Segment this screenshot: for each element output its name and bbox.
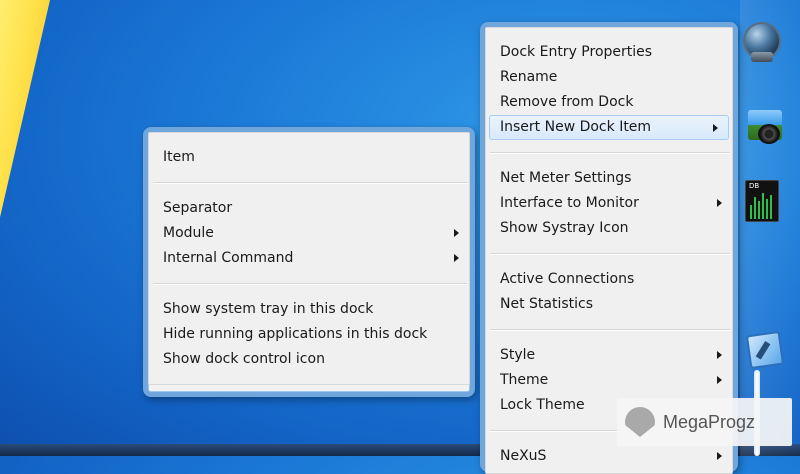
menu-item-label: Dock Entry Properties: [500, 44, 653, 60]
menu-separator: [153, 283, 467, 285]
globe-icon[interactable]: [745, 24, 779, 62]
menu-separator: [153, 182, 467, 184]
menu-item-show-dock-control-icon[interactable]: Show dock control icon: [149, 347, 469, 372]
menu-item-label: Separator: [163, 200, 233, 216]
menu-item-label: Lock Theme: [500, 397, 585, 413]
submenu-arrow-icon: [717, 199, 722, 207]
menu-item-label: NeXuS: [500, 448, 547, 464]
submenu-panel: Item Separator Module Internal Command S…: [148, 132, 470, 385]
menu-padding: [149, 372, 469, 380]
menu-padding: [486, 32, 732, 40]
submenu-arrow-icon: [454, 229, 459, 237]
menu-separator: [490, 253, 730, 255]
menu-item-style[interactable]: Style: [486, 343, 732, 368]
submenu-arrow-icon: [717, 351, 722, 359]
menu-item-label: Theme: [500, 372, 549, 388]
tool-icon[interactable]: [745, 330, 785, 370]
menu-item-label: Hide running applications in this dock: [163, 326, 428, 342]
menu-item-item[interactable]: Item: [149, 145, 469, 170]
menu-item-label: Remove from Dock: [500, 94, 634, 110]
submenu-arrow-icon: [717, 376, 722, 384]
submenu-arrow-icon: [717, 452, 722, 460]
watermark-text: MegaProgz: [663, 411, 756, 432]
menu-separator: [490, 329, 730, 331]
menu-item-dock-entry-properties[interactable]: Dock Entry Properties: [486, 40, 732, 65]
menu-item-label: Internal Command: [163, 250, 294, 266]
menu-item-label: Net Statistics: [500, 296, 594, 312]
menu-item-hide-running-apps[interactable]: Hide running applications in this dock: [149, 322, 469, 347]
net-meter-label: DB: [749, 182, 760, 190]
dock-bar: [740, 0, 800, 456]
menu-item-nexus[interactable]: NeXuS: [486, 444, 732, 469]
submenu-arrow-icon: [713, 124, 718, 132]
submenu-arrow-icon: [454, 254, 459, 262]
menu-item-show-systray-icon[interactable]: Show Systray Icon: [486, 216, 732, 241]
menu-item-internal-command[interactable]: Internal Command: [149, 246, 469, 271]
menu-item-label: Insert New Dock Item: [500, 119, 652, 135]
menu-item-label: Interface to Monitor: [500, 195, 639, 211]
net-meter-icon[interactable]: DB: [745, 180, 779, 222]
menu-padding: [149, 137, 469, 145]
menu-item-label: Rename: [500, 69, 558, 85]
menu-item-insert-new-dock-item[interactable]: Insert New Dock Item: [489, 115, 729, 140]
camera-icon[interactable]: [748, 110, 782, 144]
wallpaper-shape: [0, 0, 50, 240]
menu-item-label: Show dock control icon: [163, 351, 325, 367]
menu-item-active-connections[interactable]: Active Connections: [486, 267, 732, 292]
menu-item-interface-to-monitor[interactable]: Interface to Monitor: [486, 191, 732, 216]
menu-item-label: Active Connections: [500, 271, 635, 287]
menu-item-label: Item: [163, 149, 195, 165]
megaprogz-logo-icon: [625, 407, 655, 437]
insert-dock-item-submenu: Item Separator Module Internal Command S…: [143, 127, 475, 397]
menu-item-net-statistics[interactable]: Net Statistics: [486, 292, 732, 317]
menu-item-show-system-tray[interactable]: Show system tray in this dock: [149, 297, 469, 322]
menu-item-label: Style: [500, 347, 536, 363]
menu-separator: [490, 152, 730, 154]
menu-item-label: Show system tray in this dock: [163, 301, 374, 317]
menu-item-theme[interactable]: Theme: [486, 368, 732, 393]
menu-item-label: Show Systray Icon: [500, 220, 629, 236]
menu-item-remove-from-dock[interactable]: Remove from Dock: [486, 90, 732, 115]
watermark: MegaProgz: [617, 398, 792, 446]
menu-item-separator[interactable]: Separator: [149, 196, 469, 221]
menu-item-net-meter-settings[interactable]: Net Meter Settings: [486, 166, 732, 191]
menu-item-label: Module: [163, 225, 214, 241]
menu-item-label: Net Meter Settings: [500, 170, 632, 186]
menu-item-module[interactable]: Module: [149, 221, 469, 246]
menu-item-rename[interactable]: Rename: [486, 65, 732, 90]
